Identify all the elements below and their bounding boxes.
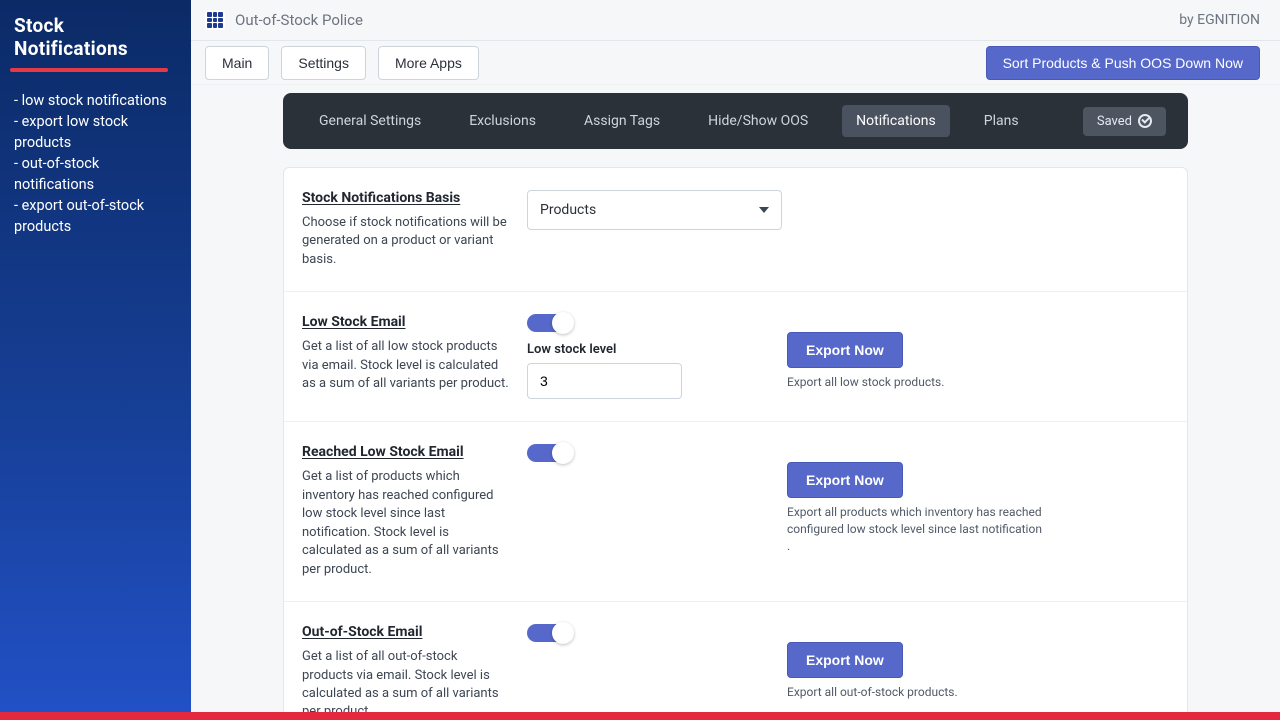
sidebar-item-low-stock-notif[interactable]: low stock notifications	[14, 90, 181, 111]
section-reached-low: Reached Low Stock Email Get a list of pr…	[284, 422, 1187, 602]
settings-card: Stock Notifications Basis Choose if stoc…	[283, 167, 1188, 720]
sort-push-button[interactable]: Sort Products & Push OOS Down Now	[986, 46, 1260, 80]
main-button[interactable]: Main	[205, 46, 269, 80]
sidebar: Stock Notifications low stock notificati…	[0, 0, 191, 720]
low-stock-level-label: Low stock level	[527, 342, 616, 357]
low-stock-title: Low Stock Email	[302, 314, 509, 330]
sidebar-item-export-low-stock[interactable]: export low stock products	[14, 111, 181, 153]
app-grid-icon	[205, 10, 225, 30]
vendor-label: by EGNITION	[1179, 12, 1260, 28]
saved-label: Saved	[1097, 114, 1132, 129]
low-stock-export-caption: Export all low stock products.	[787, 374, 1047, 391]
bottom-accent-bar	[0, 712, 1280, 720]
more-apps-button[interactable]: More Apps	[378, 46, 479, 80]
tab-general-settings[interactable]: General Settings	[305, 105, 435, 137]
tab-assign-tags[interactable]: Assign Tags	[570, 105, 674, 137]
oos-title: Out-of-Stock Email	[302, 624, 509, 640]
low-stock-export-button[interactable]: Export Now	[787, 332, 903, 368]
oos-toggle[interactable]	[527, 624, 572, 642]
oos-export-caption: Export all out-of-stock products.	[787, 684, 1047, 701]
topbar: Out-of-Stock Police by EGNITION	[191, 0, 1280, 41]
basis-select[interactable]: Products	[527, 190, 782, 230]
low-stock-description: Get a list of all low stock products via…	[302, 338, 509, 393]
actionbar: Main Settings More Apps Sort Products & …	[191, 41, 1280, 85]
saved-pill: Saved	[1083, 107, 1166, 136]
low-stock-level-input[interactable]	[527, 363, 682, 399]
section-oos: Out-of-Stock Email Get a list of all out…	[284, 602, 1187, 720]
settings-button[interactable]: Settings	[281, 46, 366, 80]
reached-low-toggle[interactable]	[527, 444, 572, 462]
app-name: Out-of-Stock Police	[235, 11, 363, 29]
low-stock-toggle[interactable]	[527, 314, 572, 332]
section-low-stock: Low Stock Email Get a list of all low st…	[284, 292, 1187, 422]
reached-low-export-button[interactable]: Export Now	[787, 462, 903, 498]
sidebar-title: Stock Notifications	[0, 0, 191, 68]
sidebar-item-oos-notif[interactable]: out-of-stock notifications	[14, 153, 181, 195]
tab-exclusions[interactable]: Exclusions	[455, 105, 550, 137]
basis-select-value: Products	[540, 202, 596, 218]
basis-title: Stock Notifications Basis	[302, 190, 509, 206]
tab-notifications[interactable]: Notifications	[842, 105, 950, 137]
basis-description: Choose if stock notifications will be ge…	[302, 214, 509, 269]
reached-low-description: Get a list of products which inventory h…	[302, 468, 509, 579]
caret-down-icon	[759, 207, 769, 213]
oos-export-button[interactable]: Export Now	[787, 642, 903, 678]
reached-low-export-caption: Export all products which inventory has …	[787, 504, 1047, 554]
oos-description: Get a list of all out-of-stock products …	[302, 648, 509, 720]
tab-plans[interactable]: Plans	[970, 105, 1033, 137]
sidebar-list: low stock notifications export low stock…	[0, 72, 191, 237]
check-circle-icon	[1138, 114, 1152, 128]
tabbar: General Settings Exclusions Assign Tags …	[283, 93, 1188, 149]
section-basis: Stock Notifications Basis Choose if stoc…	[284, 168, 1187, 292]
sidebar-item-export-oos[interactable]: export out-of-stock products	[14, 195, 181, 237]
reached-low-title: Reached Low Stock Email	[302, 444, 509, 460]
tab-hide-show-oos[interactable]: Hide/Show OOS	[694, 105, 822, 137]
